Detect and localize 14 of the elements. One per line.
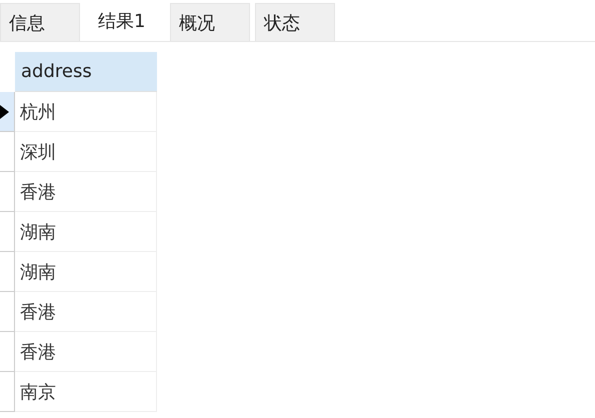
current-row-icon: [0, 104, 9, 118]
table-cell[interactable]: 深圳: [15, 132, 157, 172]
tab[interactable]: 概况: [170, 3, 250, 41]
tab[interactable]: 信息: [0, 3, 80, 41]
table-cell[interactable]: 湖南: [15, 252, 157, 292]
tab[interactable]: 状态: [255, 3, 335, 41]
table-cell[interactable]: 香港: [15, 332, 157, 372]
column-header[interactable]: address: [15, 52, 157, 92]
table-cell[interactable]: 南京: [15, 372, 157, 412]
table-cell[interactable]: 香港: [15, 172, 157, 212]
table-cell[interactable]: 湖南: [15, 212, 157, 252]
table-cell[interactable]: 杭州: [15, 92, 157, 132]
table-cell[interactable]: 香港: [15, 292, 157, 332]
row-header[interactable]: [0, 92, 15, 132]
